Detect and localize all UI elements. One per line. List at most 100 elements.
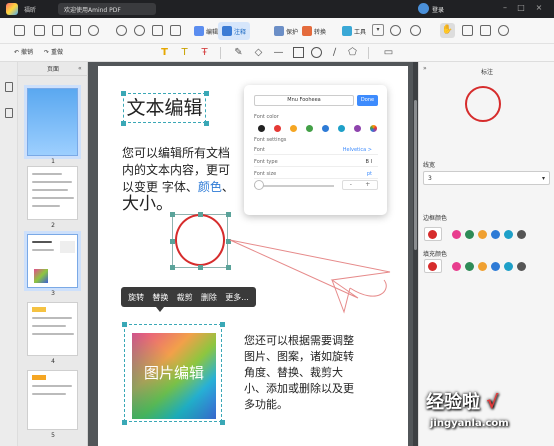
close-icon[interactable]: × xyxy=(534,3,544,13)
menu-more[interactable]: 更多... xyxy=(225,292,249,303)
menu-delete[interactable]: 删除 xyxy=(201,292,217,303)
mode-annotate-button[interactable]: 注释 xyxy=(218,22,251,40)
user-avatar-icon[interactable] xyxy=(418,3,429,14)
save-icon[interactable] xyxy=(34,25,45,36)
comment-icon[interactable]: ▭ xyxy=(382,46,395,59)
minimize-icon[interactable]: – xyxy=(500,3,510,13)
page-view-icon[interactable] xyxy=(152,25,163,36)
mode-tools-button[interactable]: 工具 xyxy=(338,22,370,40)
increment-button[interactable]: + xyxy=(365,181,370,189)
palette-swatch[interactable] xyxy=(517,230,526,239)
polyline-tool-icon[interactable]: ∕ xyxy=(328,46,341,59)
resize-handle[interactable] xyxy=(122,322,127,327)
resize-handle[interactable] xyxy=(204,121,209,126)
color-swatch[interactable] xyxy=(258,125,265,132)
menu-crop[interactable]: 裁剪 xyxy=(177,292,193,303)
next-page-icon[interactable] xyxy=(134,25,145,36)
palette-swatch[interactable] xyxy=(452,230,461,239)
document-tab[interactable]: 欢迎使用Amind PDF xyxy=(58,3,156,15)
decrement-button[interactable]: - xyxy=(350,181,352,189)
thumbnail-panel-icon[interactable] xyxy=(5,82,13,92)
palette-swatch[interactable] xyxy=(478,262,487,271)
palette-swatch[interactable] xyxy=(517,262,526,271)
text-paragraph-2[interactable]: 您还可以根据需要调整图片、图案，诸如旋转角度、替换、裁剪大小、添加或删除以及更多… xyxy=(244,333,354,413)
ellipse-tool-icon[interactable] xyxy=(311,47,322,58)
text-paragraph-1[interactable]: 您可以编辑所有文档内的文本内容，更可以变更 字体、颜色、 大小。 xyxy=(122,145,240,214)
rotate-icon[interactable] xyxy=(170,25,181,36)
folder-icon[interactable] xyxy=(14,25,25,36)
font-size-stepper[interactable]: - + xyxy=(342,180,378,190)
zoom-in-icon[interactable] xyxy=(390,25,401,36)
palette-swatch[interactable] xyxy=(465,230,474,239)
font-size-row[interactable]: Font size pt xyxy=(254,169,378,179)
thumbnail-page-1[interactable] xyxy=(27,88,78,156)
color-picker-icon[interactable] xyxy=(370,125,377,132)
zoom-out-icon[interactable] xyxy=(410,25,421,36)
red-circle-annotation[interactable] xyxy=(175,214,225,266)
hand-tool-icon[interactable]: ✋ xyxy=(440,23,455,38)
thumbnail-page-5[interactable] xyxy=(27,370,78,430)
border-color-button[interactable] xyxy=(424,227,442,241)
menu-rotate[interactable]: 旋转 xyxy=(128,292,144,303)
email-icon[interactable] xyxy=(70,25,81,36)
color-swatch[interactable] xyxy=(322,125,329,132)
login-link[interactable]: 登录 xyxy=(432,5,444,14)
bookmark-panel-icon[interactable] xyxy=(5,108,13,118)
done-button[interactable]: Done xyxy=(357,95,378,106)
font-name-select[interactable]: Mnu Fooheea xyxy=(254,95,354,106)
palette-swatch[interactable] xyxy=(504,230,513,239)
resize-handle[interactable] xyxy=(204,91,209,96)
resize-handle[interactable] xyxy=(121,91,126,96)
resize-handle[interactable] xyxy=(198,265,203,270)
color-swatch[interactable] xyxy=(290,125,297,132)
palette-swatch[interactable] xyxy=(465,262,474,271)
search-icon[interactable] xyxy=(498,25,509,36)
palette-swatch[interactable] xyxy=(452,262,461,271)
palette-swatch[interactable] xyxy=(478,230,487,239)
highlight-text-icon[interactable]: T xyxy=(158,46,171,59)
select-tool-icon[interactable] xyxy=(462,25,473,36)
maximize-icon[interactable]: □ xyxy=(516,3,526,13)
rectangle-tool-icon[interactable] xyxy=(293,47,304,58)
resize-handle[interactable] xyxy=(198,212,203,217)
font-size-slider[interactable] xyxy=(254,185,334,187)
color-swatch[interactable] xyxy=(338,125,345,132)
line-width-select[interactable]: 3 ▾ xyxy=(423,171,550,185)
print-icon[interactable] xyxy=(52,25,63,36)
redo-button[interactable]: ↷ 重做 xyxy=(44,47,63,56)
resize-handle[interactable] xyxy=(170,239,175,244)
share-icon[interactable] xyxy=(88,25,99,36)
color-swatch[interactable] xyxy=(354,125,361,132)
fit-page-icon[interactable] xyxy=(480,25,491,36)
underline-text-icon[interactable]: T xyxy=(178,46,191,59)
resize-handle[interactable] xyxy=(170,212,175,217)
document-canvas[interactable]: 文本编辑 您可以编辑所有文档内的文本内容，更可以变更 字体、颜色、 大小。 Mn… xyxy=(88,62,418,446)
resize-handle[interactable] xyxy=(122,420,127,425)
font-type-row[interactable]: Font type B I xyxy=(254,157,378,167)
slider-knob[interactable] xyxy=(254,180,264,190)
page-layout-select[interactable]: ▾ xyxy=(372,24,384,36)
eraser-icon[interactable]: ◇ xyxy=(252,46,265,59)
thumbnail-page-4[interactable] xyxy=(27,302,78,356)
strikeout-text-icon[interactable]: Ŧ xyxy=(198,46,211,59)
title-textbox[interactable]: 文本编辑 xyxy=(123,93,206,123)
menu-replace[interactable]: 替换 xyxy=(152,292,168,303)
color-swatch[interactable] xyxy=(274,125,281,132)
mode-convert-button[interactable]: 转换 xyxy=(298,22,330,40)
palette-swatch[interactable] xyxy=(491,262,500,271)
font-row[interactable]: Font Helvetica > xyxy=(254,145,378,155)
collapse-icon[interactable]: « xyxy=(78,65,82,72)
resize-handle[interactable] xyxy=(220,322,225,327)
polygon-tool-icon[interactable]: ⬠ xyxy=(346,46,359,59)
undo-button[interactable]: ↶ 撤销 xyxy=(14,47,33,56)
scrollbar-thumb[interactable] xyxy=(414,100,417,250)
fill-color-button[interactable] xyxy=(424,259,442,273)
line-tool-icon[interactable]: — xyxy=(272,46,285,59)
resize-handle[interactable] xyxy=(220,420,225,425)
pencil-icon[interactable]: ✎ xyxy=(232,46,245,59)
resize-handle[interactable] xyxy=(121,121,126,126)
thumbnail-page-2[interactable] xyxy=(27,166,78,220)
prev-page-icon[interactable] xyxy=(116,25,127,36)
palette-swatch[interactable] xyxy=(504,262,513,271)
resize-handle[interactable] xyxy=(170,265,175,270)
